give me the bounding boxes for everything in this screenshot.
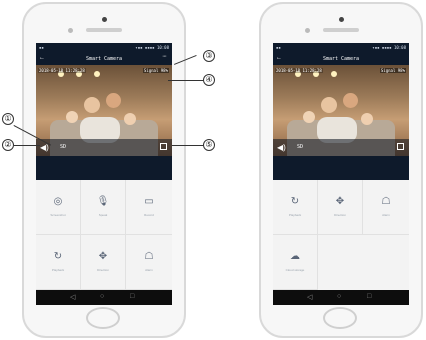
live-video[interactable]: 2018-05-18 11:28:28 Signal 98% ◀) SD: [273, 65, 409, 156]
alarm-button[interactable]: ☖ Alarm: [126, 235, 172, 290]
person: [303, 111, 315, 123]
playback-icon: ↻: [53, 251, 63, 262]
person: [361, 113, 373, 125]
direction-icon: ✥: [335, 196, 345, 207]
nav-back-icon[interactable]: ◁: [307, 293, 312, 301]
nav-recent-icon[interactable]: □: [130, 293, 134, 300]
signal-strength: Signal 98%: [142, 68, 169, 73]
earpiece-speaker: [86, 28, 122, 32]
cloud-icon: ☁: [290, 251, 300, 262]
phone-screen: ▪▪ ▾▪▪ ▪▪▪▪ 10:08 ← Smart Camera ··· 201…: [36, 43, 172, 305]
home-button[interactable]: [86, 307, 120, 329]
front-camera: [102, 17, 107, 22]
cloud-storage-button[interactable]: ☁ Cloud storage: [273, 235, 318, 290]
volume-icon[interactable]: ◀): [277, 143, 286, 152]
person: [321, 97, 337, 113]
callout-line-5: [172, 145, 204, 146]
status-left: ▪▪: [276, 45, 281, 50]
function-label: Direction: [334, 213, 346, 217]
playback-icon: ↻: [290, 196, 300, 207]
video-timestamp: 2018-05-18 11:28:28: [275, 68, 323, 73]
record-button[interactable]: ▭ Record: [126, 180, 172, 235]
phone-right: ▪▪ ▾▪▪ ▪▪▪▪ 10:08 ← Smart Camera 2018-05…: [259, 2, 423, 338]
ceiling-light: [94, 71, 100, 77]
home-button[interactable]: [323, 307, 357, 329]
title-bar: ← Smart Camera ···: [36, 52, 172, 65]
function-label: Speak: [98, 213, 108, 217]
status-right: ▾▪▪ ▪▪▪▪ 10:08: [372, 45, 406, 50]
callout-line-2: [14, 145, 40, 146]
playback-button[interactable]: ↻ Playback: [273, 180, 318, 235]
person: [84, 97, 100, 113]
callout-1: ①: [2, 113, 14, 125]
function-label: Playback: [288, 213, 302, 217]
speak-button[interactable]: 🎙 Speak: [81, 180, 126, 235]
page-title: Smart Camera: [85, 56, 123, 62]
video-footer: [36, 156, 172, 180]
alarm-icon: ☖: [144, 251, 154, 262]
page-title: Smart Camera: [322, 56, 360, 62]
alarm-icon: ☖: [381, 196, 391, 207]
alarm-button[interactable]: ☖ Alarm: [363, 180, 409, 235]
direction-icon: ✥: [98, 251, 108, 262]
phone-screen: ▪▪ ▾▪▪ ▪▪▪▪ 10:08 ← Smart Camera 2018-05…: [273, 43, 409, 305]
video-icon: ▭: [144, 196, 154, 207]
front-camera: [339, 17, 344, 22]
person: [343, 93, 358, 108]
status-left: ▪▪: [39, 45, 44, 50]
person: [124, 113, 136, 125]
direction-button[interactable]: ✥ Direction: [81, 235, 126, 290]
function-label: Screenshot: [50, 213, 66, 217]
sensor: [305, 28, 310, 33]
phone-left: ▪▪ ▾▪▪ ▪▪▪▪ 10:08 ← Smart Camera ··· 201…: [22, 2, 186, 338]
direction-button[interactable]: ✥ Direction: [318, 180, 363, 235]
function-label: Record: [144, 213, 154, 217]
callout-4: ④: [203, 74, 215, 86]
video-control-bar: ◀) SD: [36, 139, 172, 156]
earpiece-speaker: [323, 28, 359, 32]
status-bar: ▪▪ ▾▪▪ ▪▪▪▪ 10:08: [36, 43, 172, 52]
sensor: [68, 28, 73, 33]
function-label: Direction: [97, 268, 109, 272]
video-footer: [273, 156, 409, 180]
callout-line-4: [168, 80, 204, 81]
fullscreen-icon[interactable]: [160, 143, 167, 150]
camera-icon: ◎: [53, 196, 63, 207]
function-grid: ◎ Screenshot 🎙 Speak ▭ Record ↻ Playback…: [36, 180, 172, 290]
nav-recent-icon[interactable]: □: [367, 293, 371, 300]
quality-sd-button[interactable]: SD: [60, 144, 66, 150]
callout-3: ③: [203, 50, 215, 62]
person: [66, 111, 78, 123]
microphone-icon: 🎙: [96, 196, 110, 207]
callout-2: ②: [2, 139, 14, 151]
function-label: Alarm: [145, 268, 153, 272]
ceiling-light: [331, 71, 337, 77]
screenshot-button[interactable]: ◎ Screenshot: [36, 180, 81, 235]
function-grid: ↻ Playback ✥ Direction ☖ Alarm ☁ Cloud s…: [273, 180, 409, 290]
android-nav-bar: ◁ ○ □: [273, 290, 409, 305]
video-control-bar: ◀) SD: [273, 139, 409, 156]
status-bar: ▪▪ ▾▪▪ ▪▪▪▪ 10:08: [273, 43, 409, 52]
nav-home-icon[interactable]: ○: [100, 293, 104, 300]
function-label: Alarm: [382, 213, 390, 217]
function-label: Playback: [51, 268, 65, 272]
nav-home-icon[interactable]: ○: [337, 293, 341, 300]
android-nav-bar: ◁ ○ □: [36, 290, 172, 305]
fullscreen-icon[interactable]: [397, 143, 404, 150]
more-menu-icon[interactable]: ···: [162, 53, 167, 60]
signal-strength: Signal 98%: [379, 68, 406, 73]
function-label: Cloud storage: [285, 268, 305, 272]
callout-5: ⑤: [203, 139, 215, 151]
title-bar: ← Smart Camera: [273, 52, 409, 65]
quality-sd-button[interactable]: SD: [297, 144, 303, 150]
nav-back-icon[interactable]: ◁: [70, 293, 75, 301]
live-video[interactable]: 2018-05-18 11:28:28 Signal 98% ◀) SD: [36, 65, 172, 156]
status-right: ▾▪▪ ▪▪▪▪ 10:08: [135, 45, 169, 50]
playback-button[interactable]: ↻ Playback: [36, 235, 81, 290]
video-timestamp: 2018-05-18 11:28:28: [38, 68, 86, 73]
person: [106, 93, 121, 108]
